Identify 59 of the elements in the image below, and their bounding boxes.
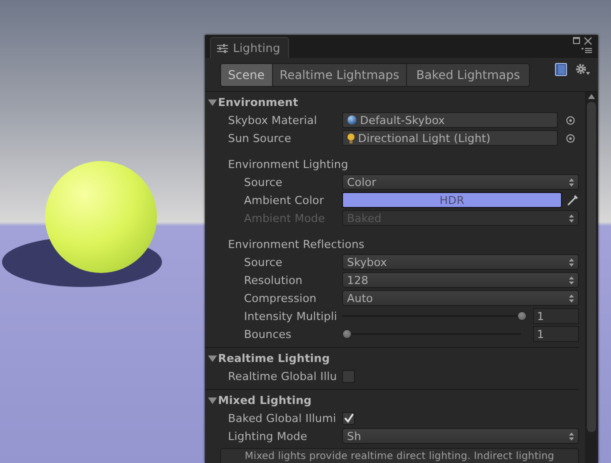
property-label: Lighting Mode: [227, 430, 308, 442]
dropdown[interactable]: 128: [342, 272, 579, 288]
dropdown[interactable]: Color: [342, 174, 579, 190]
section-title[interactable]: Mixed Lighting: [218, 394, 312, 407]
dropdown-arrows-icon: [569, 432, 574, 440]
window-title: Lighting: [233, 41, 280, 55]
help-box: Mixed lights provide realtime direct lighting. Indirect lighting: [220, 448, 579, 463]
scroll-up-icon[interactable]: [588, 94, 595, 99]
sphere-icon: [347, 115, 357, 125]
window-tab[interactable]: Lighting: [210, 37, 290, 58]
tab[interactable]: Baked Lightmaps: [407, 64, 530, 86]
foldout-arrow-icon[interactable]: [208, 396, 217, 405]
property-label: Ambient Color: [243, 194, 325, 206]
dropdown-arrows-icon: [569, 294, 574, 302]
close-icon[interactable]: [584, 37, 592, 45]
property-label: Skybox Material: [227, 114, 318, 126]
light-bulb-icon: [347, 132, 355, 144]
property-label: Resolution: [243, 274, 304, 286]
foldout-arrow-icon[interactable]: [208, 354, 217, 363]
section-title[interactable]: Environment: [218, 96, 298, 109]
dropdown-arrows-icon: [569, 214, 574, 222]
number-field[interactable]: 1: [533, 308, 579, 324]
section-title[interactable]: Realtime Lighting: [218, 352, 330, 365]
tab[interactable]: Realtime Lightmaps: [272, 64, 408, 86]
subsection-title: Environment Reflections: [228, 238, 364, 250]
slider-thumb[interactable]: [517, 311, 527, 321]
slider-track[interactable]: [342, 309, 527, 323]
subsection-title: Environment Lighting: [228, 158, 348, 170]
dropdown[interactable]: Sh: [342, 428, 579, 444]
help-book-icon[interactable]: [555, 63, 567, 76]
property-label: Intensity Multipli: [243, 310, 338, 322]
menu-icon[interactable]: [581, 47, 592, 54]
scrollbar[interactable]: [585, 92, 598, 463]
foldout-arrow-icon[interactable]: [208, 98, 217, 107]
object-field[interactable]: Default-Skybox: [342, 112, 558, 128]
object-field[interactable]: Directional Light (Light): [342, 130, 558, 146]
slider-thumb[interactable]: [342, 329, 352, 339]
dropdown[interactable]: Skybox: [342, 254, 579, 270]
maximize-icon[interactable]: [573, 37, 580, 44]
property-label: Compression: [243, 292, 318, 304]
settings-icon[interactable]: [575, 63, 590, 76]
dropdown-arrows-icon: [569, 178, 574, 186]
dropdown-arrows-icon: [569, 276, 574, 284]
number-field[interactable]: 1: [533, 326, 579, 342]
property-label: Source: [243, 256, 284, 268]
dropdown-arrows-icon: [569, 258, 574, 266]
eyedropper-icon[interactable]: [567, 194, 579, 206]
checkbox[interactable]: [342, 412, 355, 424]
checkbox[interactable]: [342, 370, 355, 382]
property-label: Sun Source: [227, 132, 292, 144]
property-label: Bounces: [243, 328, 292, 340]
tab[interactable]: Scene: [221, 64, 273, 86]
dropdown[interactable]: Auto: [342, 290, 579, 306]
property-label: Realtime Global Illu: [227, 370, 338, 382]
color-swatch[interactable]: HDR: [342, 192, 562, 208]
property-label: Baked Global Illumi: [227, 412, 338, 424]
property-label: Source: [243, 176, 284, 188]
checkmark-icon: [344, 413, 354, 423]
sliders-icon: [217, 44, 228, 52]
